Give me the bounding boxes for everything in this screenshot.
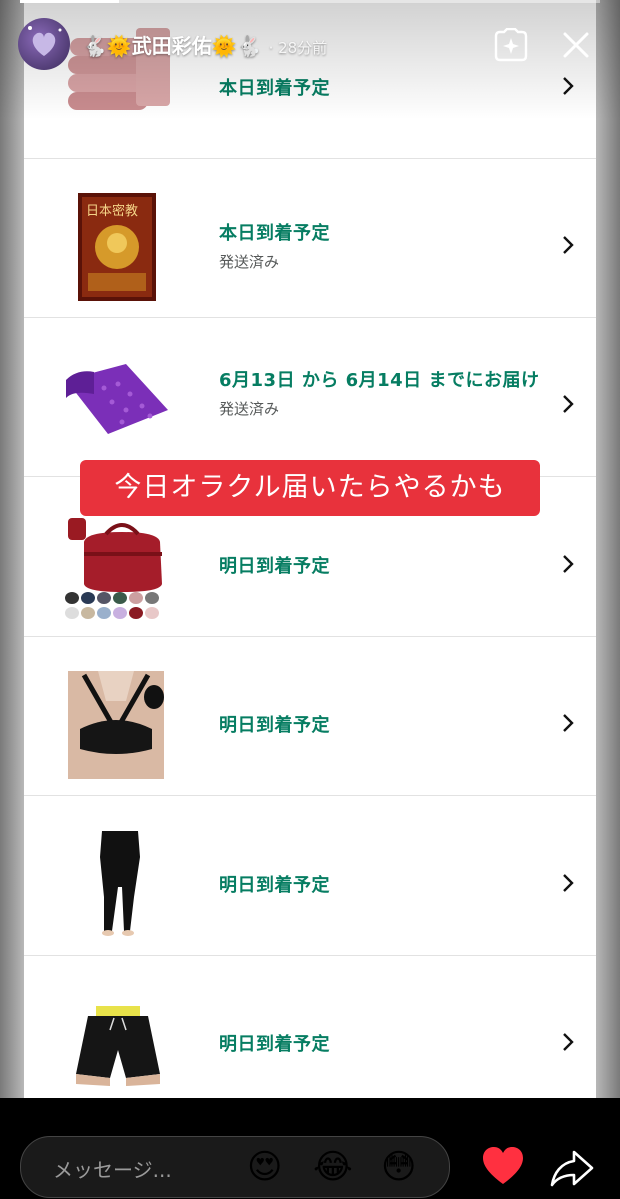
order-row[interactable]: 明日到着予定 <box>24 637 596 796</box>
delivery-status: 明日到着予定 <box>219 875 330 896</box>
emoji-heart-eyes-button[interactable]: 😍 <box>247 1149 282 1185</box>
delivery-status: 本日到着予定 <box>219 78 330 99</box>
close-icon[interactable] <box>561 30 591 60</box>
emoji-laughing-button[interactable]: 😂 <box>313 1149 353 1185</box>
chevron-right-icon[interactable] <box>558 76 578 96</box>
order-row[interactable]: 明日到着予定 <box>24 797 596 956</box>
delivery-status: 明日到着予定 <box>219 556 330 577</box>
product-image-black-leggings <box>90 827 150 939</box>
story-viewer[interactable]: 本日到着予定 日本密教 本日到着予定 発送済み 6月13日 から 6月14日 ま… <box>0 0 620 1098</box>
delivery-status: 6月13日 から 6月14日 までにお届け <box>219 370 540 391</box>
chevron-right-icon[interactable] <box>558 713 578 733</box>
product-image-sports-bra <box>68 671 164 779</box>
product-image-black-shorts <box>70 1006 166 1088</box>
message-input[interactable]: メッセージ... 😍 😂 😳 <box>20 1136 450 1198</box>
avatar[interactable] <box>18 18 70 70</box>
story-progress-fill <box>20 0 119 3</box>
chevron-right-icon[interactable] <box>558 235 578 255</box>
post-time: · 28分前 <box>268 39 328 57</box>
caption-sticker: 今日オラクル届いたらやるかも <box>80 460 540 516</box>
emoji-flushed-button[interactable]: 😳 <box>381 1149 416 1185</box>
heart-icon[interactable] <box>482 1146 524 1186</box>
delivery-status: 本日到着予定 <box>219 223 330 244</box>
chevron-right-icon[interactable] <box>558 1032 578 1052</box>
svg-text:日本密教: 日本密教 <box>86 203 138 219</box>
order-row[interactable]: 明日到着予定 <box>24 956 596 1098</box>
message-placeholder: メッセージ... <box>53 1158 172 1182</box>
shipping-note: 発送済み <box>219 253 280 271</box>
story-progress-bar <box>20 0 600 3</box>
chevron-right-icon[interactable] <box>558 394 578 414</box>
delivery-status: 明日到着予定 <box>219 1034 330 1055</box>
delivery-status: 明日到着予定 <box>219 715 330 736</box>
reply-bar: メッセージ... 😍 😂 😳 <box>0 1098 620 1199</box>
username-text: 🐇🌞武田彩佑🌞🐇 <box>82 34 262 58</box>
shipping-note: 発送済み <box>219 400 280 418</box>
story-header: 🐇🌞武田彩佑🌞🐇 · 28分前 <box>18 18 608 70</box>
order-list: 本日到着予定 日本密教 本日到着予定 発送済み 6月13日 から 6月14日 ま… <box>24 0 596 1098</box>
share-icon[interactable] <box>550 1148 594 1188</box>
camera-effects-icon[interactable] <box>492 28 530 62</box>
product-image-oracle-card-box: 日本密教 <box>78 193 156 301</box>
chevron-right-icon[interactable] <box>558 554 578 574</box>
order-row[interactable]: 6月13日 から 6月14日 までにお届け 発送済み <box>24 318 596 477</box>
order-row[interactable]: 日本密教 本日到着予定 発送済み <box>24 159 596 318</box>
chevron-right-icon[interactable] <box>558 873 578 893</box>
product-image-purple-yoga-towel <box>64 362 174 442</box>
product-image-red-duffel-bag <box>62 512 174 622</box>
story-username[interactable]: 🐇🌞武田彩佑🌞🐇 · 28分前 <box>82 30 327 59</box>
